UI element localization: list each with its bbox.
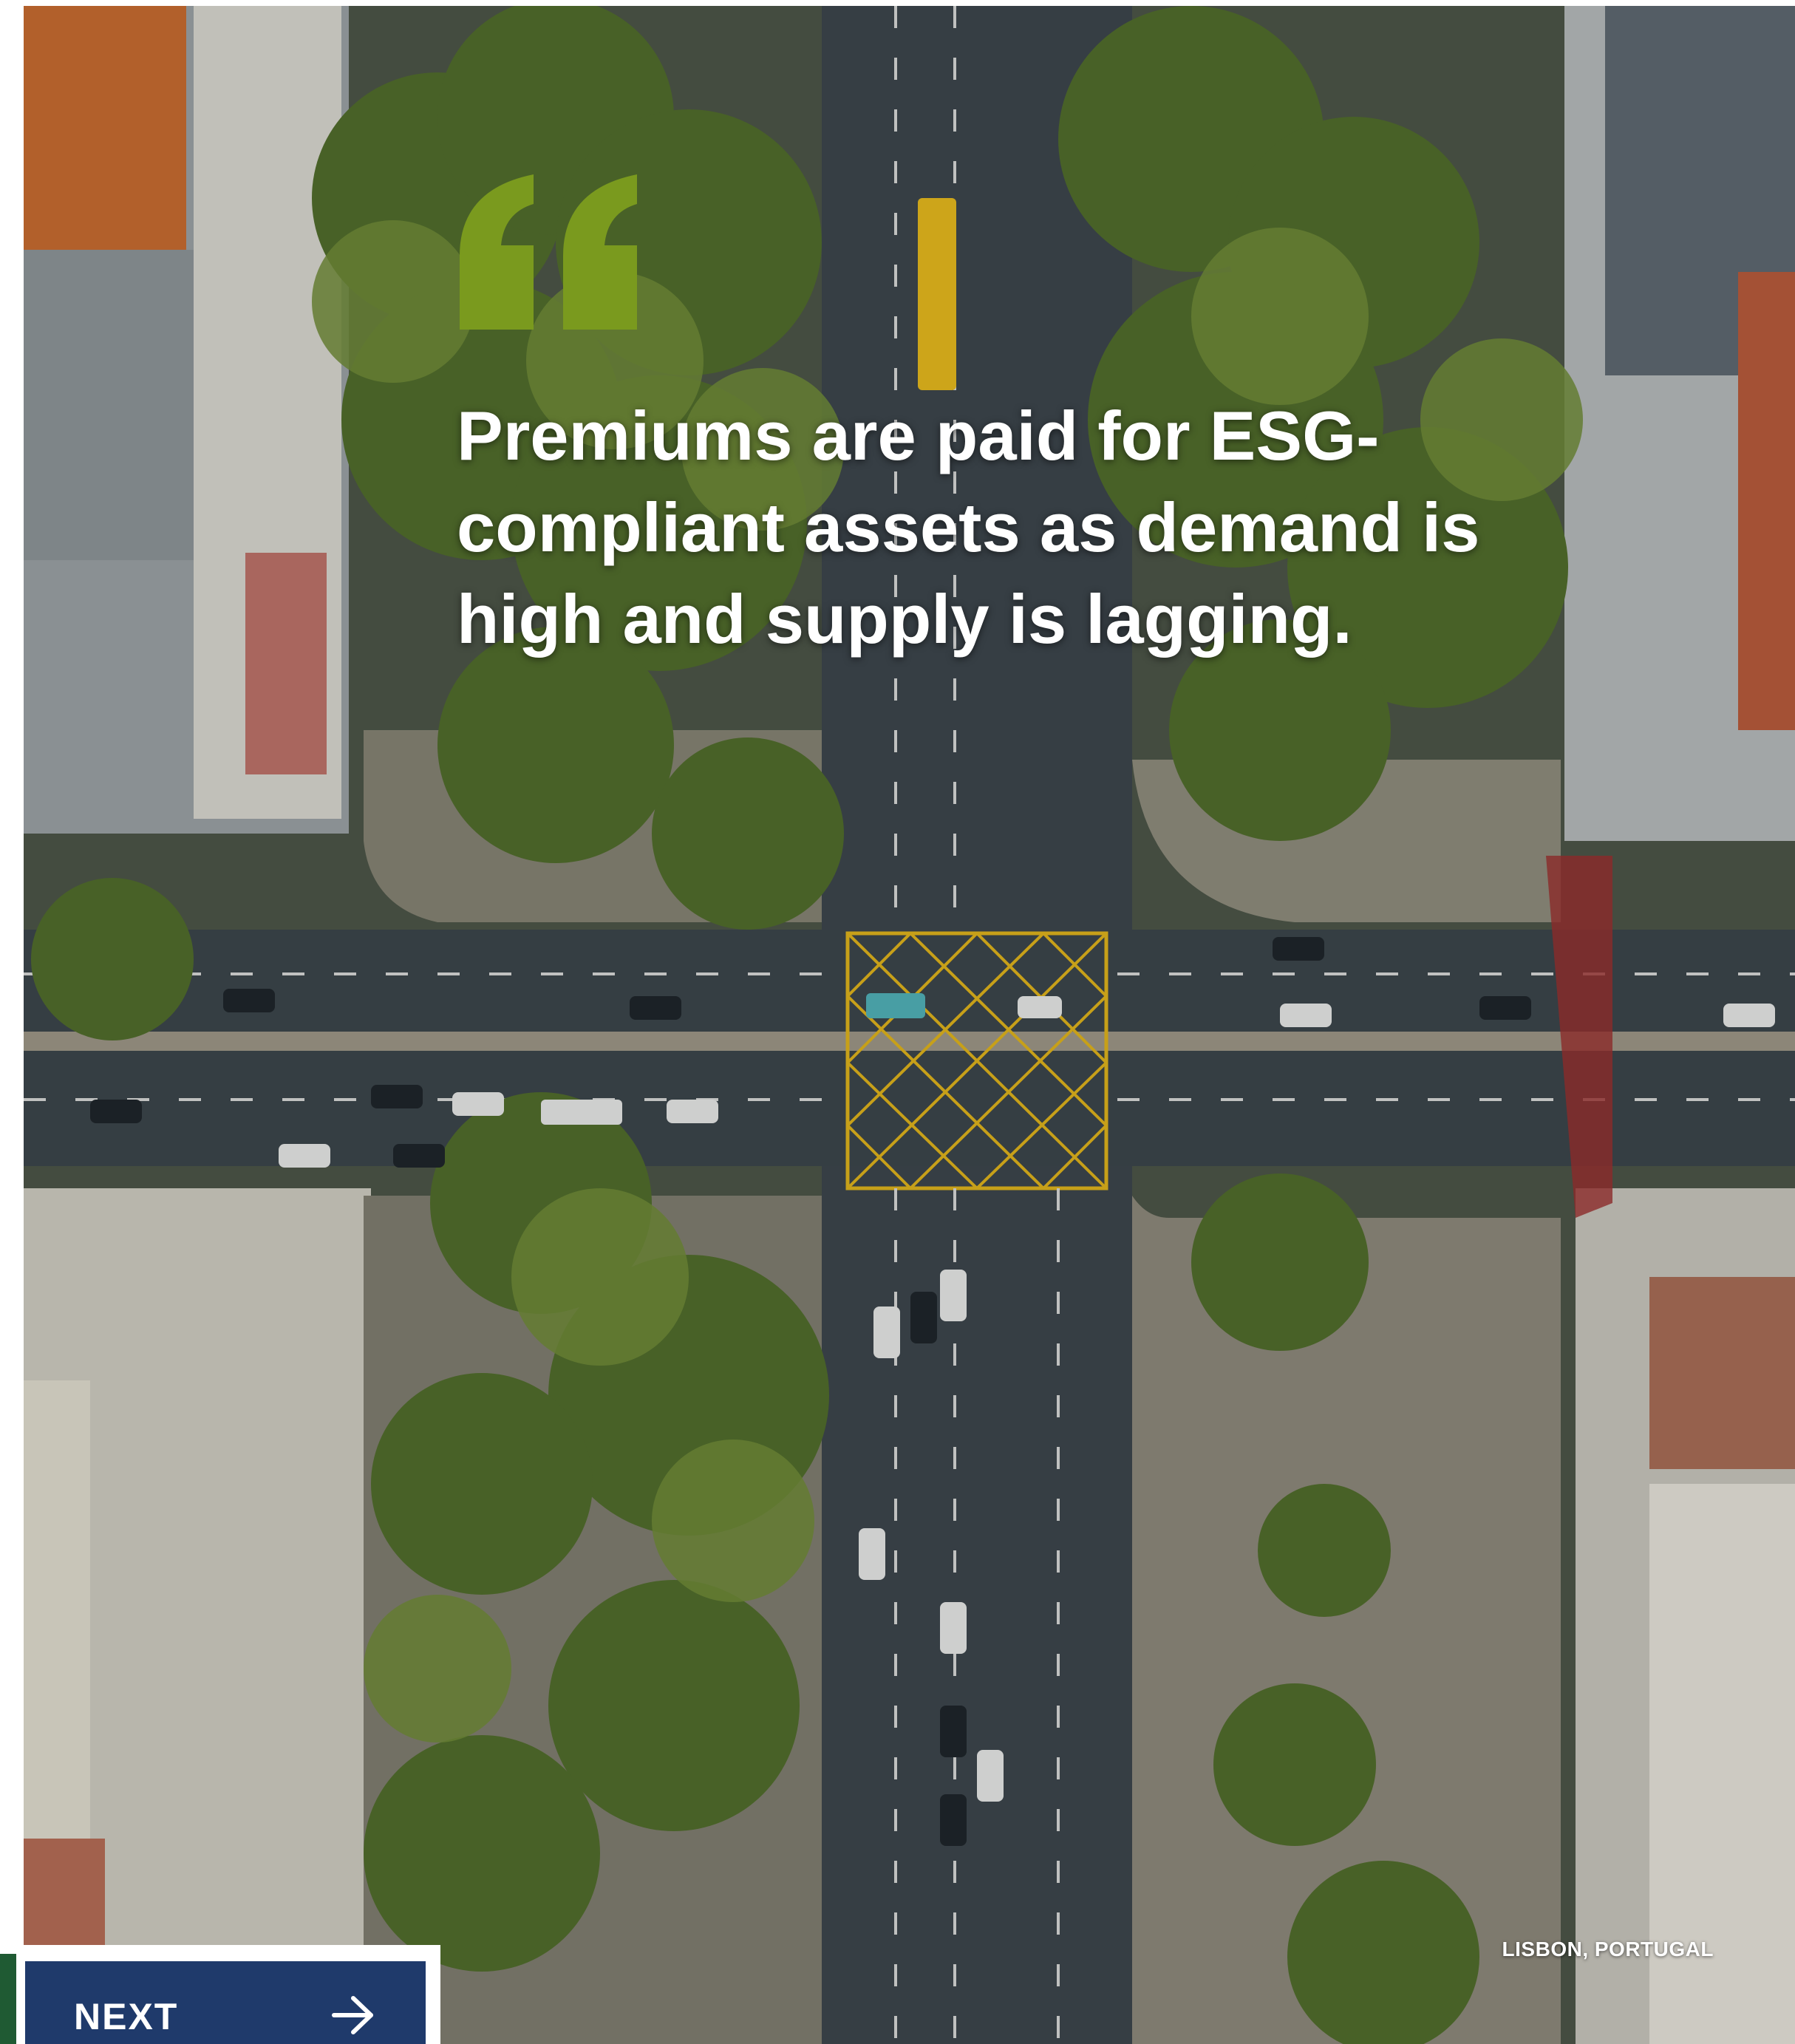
photo-location-caption: LISBON, PORTUGAL <box>1502 1938 1714 1960</box>
next-button-frame: NEXT <box>16 1945 440 2044</box>
next-button-label: NEXT <box>74 1996 179 2037</box>
quote-open-icon <box>460 174 637 330</box>
pull-quote-text: Premiums are paid for ESG-compliant asse… <box>457 397 1480 658</box>
arrow-right-icon <box>332 1996 373 2034</box>
page: Premiums are paid for ESG-compliant asse… <box>0 0 1795 2044</box>
aerial-city-photo <box>24 6 1795 2044</box>
next-button[interactable]: NEXT <box>25 1961 426 2044</box>
left-accent-strip <box>0 1954 16 2044</box>
